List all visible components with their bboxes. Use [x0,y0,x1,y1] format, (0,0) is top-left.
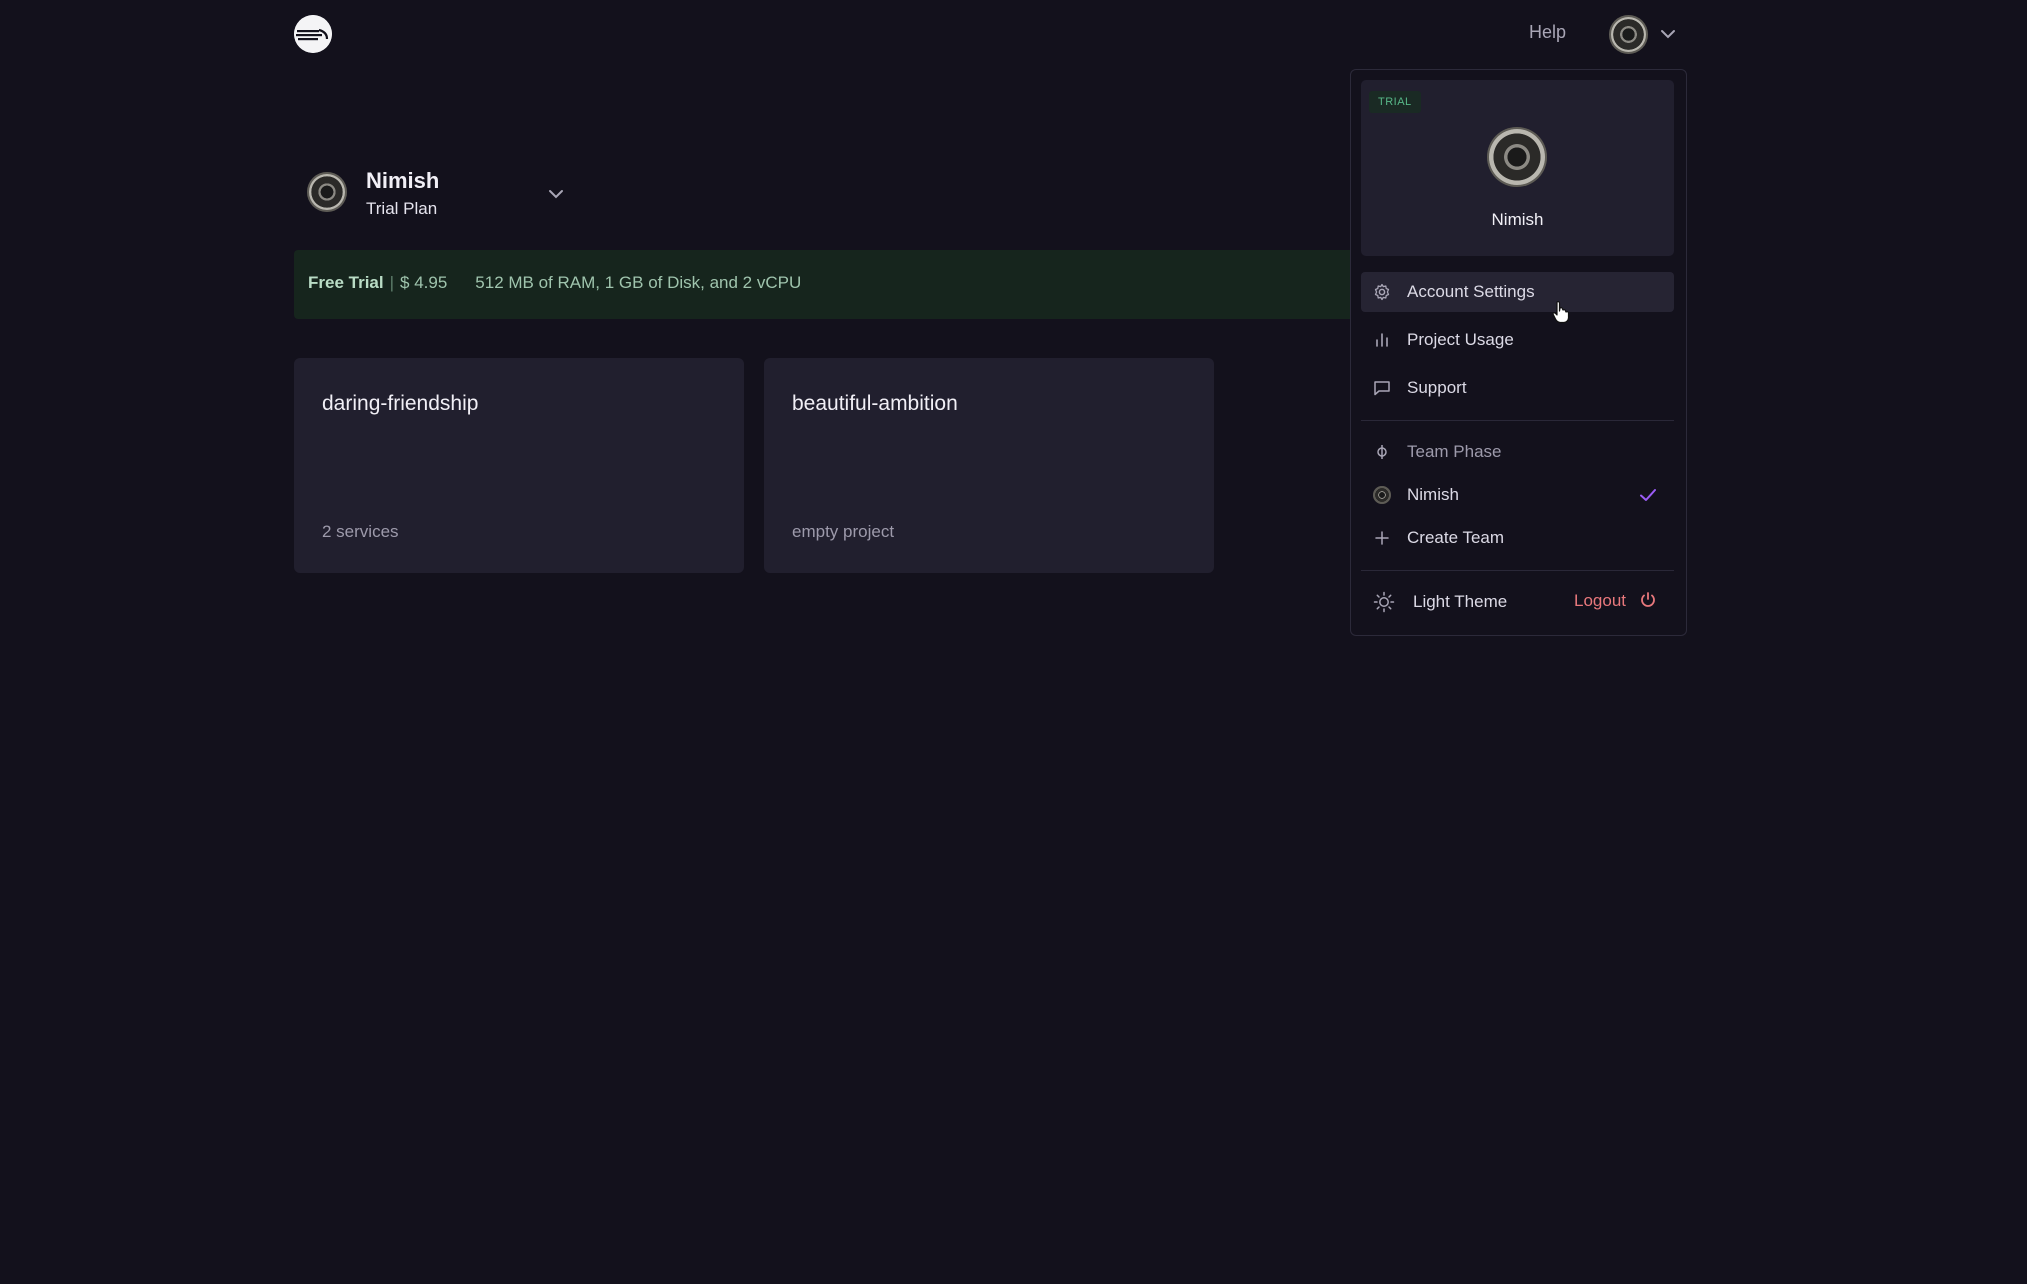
project-title: beautiful-ambition [792,392,958,415]
menu-item-team-phase[interactable]: Team Phase [1361,432,1674,472]
trial-banner: Free Trial | $ 4.95 512 MB of RAM, 1 GB of … [294,250,1354,319]
team-plan: Trial Plan [366,199,438,218]
help-link[interactable]: Help [1529,22,1566,43]
profile-name: Nimish [1491,210,1544,229]
mouse-cursor-icon [1550,300,1572,324]
chat-bubble-icon [1373,379,1391,397]
project-card[interactable]: beautiful-ambition empty project [764,358,1214,573]
railway-logo-icon[interactable] [294,15,332,53]
logout-label: Logout [1574,591,1626,610]
chevron-down-icon[interactable] [1658,24,1678,44]
project-subtitle: 2 services [322,522,399,541]
sun-icon[interactable] [1373,591,1395,613]
menu-divider [1361,570,1674,571]
power-icon [1640,592,1655,607]
user-avatar [1373,486,1391,504]
team-avatar [307,172,347,212]
logout-button[interactable]: Logout [1574,591,1657,611]
menu-item-label: Team Phase [1407,442,1502,461]
menu-item-team-nimish[interactable]: Nimish [1361,475,1674,515]
profile-card: TRIAL Nimish [1361,80,1674,256]
menu-item-label: Project Usage [1407,330,1514,349]
phase-icon [1373,443,1391,461]
banner-spec: 512 MB of RAM, 1 GB of Disk, and 2 vCPU [475,273,802,292]
menu-item-project-usage[interactable]: Project Usage [1361,320,1674,360]
menu-item-label: Account Settings [1407,282,1535,301]
checkmark-icon [1638,486,1658,504]
menu-item-label: Support [1407,378,1467,397]
menu-item-create-team[interactable]: Create Team [1361,518,1674,558]
gear-icon [1373,283,1391,301]
user-avatar[interactable] [1609,15,1648,54]
profile-avatar [1487,127,1547,187]
menu-item-account-settings[interactable]: Account Settings [1361,272,1674,312]
account-dropdown-menu: TRIAL Nimish Account Settings Project Us… [1350,69,1687,636]
light-theme-toggle[interactable]: Light Theme [1413,592,1507,612]
team-name: Nimish [366,168,440,193]
menu-divider [1361,420,1674,421]
banner-price: $ 4.95 [400,273,448,292]
project-subtitle: empty project [792,522,895,541]
project-card[interactable]: daring-friendship 2 services [294,358,744,573]
trial-badge: TRIAL [1369,91,1421,113]
project-title: daring-friendship [322,392,479,415]
menu-item-label: Nimish [1407,485,1459,504]
menu-item-label: Create Team [1407,528,1505,547]
team-switcher-chevron-icon[interactable] [546,184,566,204]
bar-chart-icon [1373,331,1391,349]
menu-item-support[interactable]: Support [1361,368,1674,408]
banner-separator: | [389,273,395,292]
plus-icon [1373,529,1391,547]
banner-plan: Free Trial [308,273,384,292]
